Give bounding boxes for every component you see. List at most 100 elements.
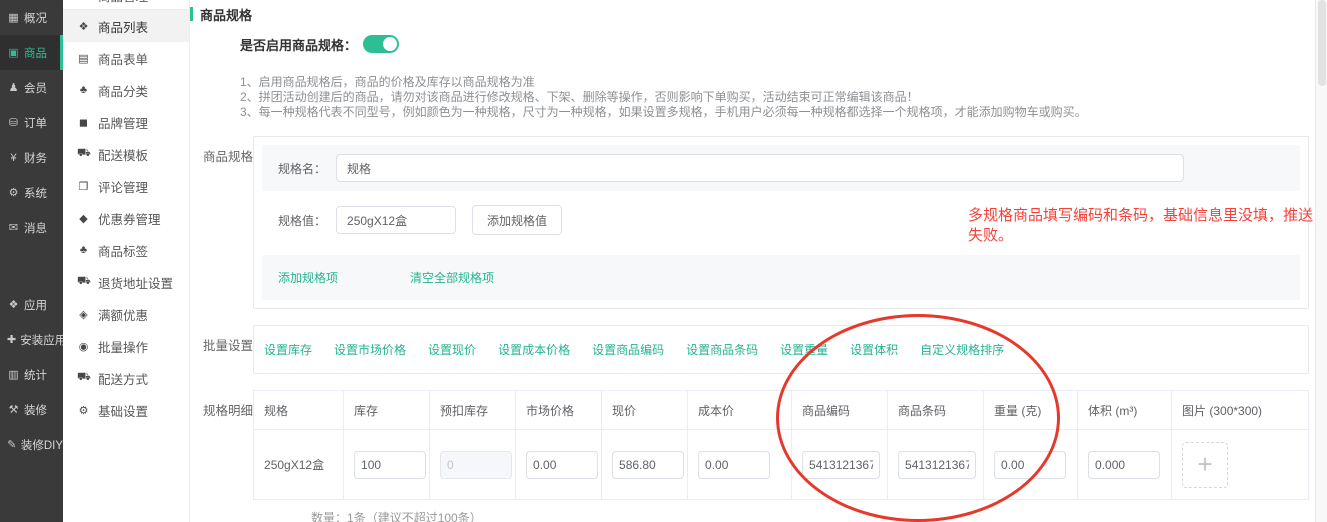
cost-price-input[interactable] — [698, 451, 770, 479]
sidebar-item-statistics[interactable]: ▥ 统计 — [0, 357, 63, 392]
row-count-text: 数量：1条（建议不超过100条） — [311, 509, 1309, 522]
primary-sidebar: ▦ 概况 ▣ 商品 ♟ 会员 ⛁ 订单 ¥ 财务 ⚙ 系统 ✉ 消息 ❖ 应用 … — [0, 0, 63, 522]
sidebar-item-label: 财务 — [24, 150, 47, 166]
batch-set-volume-link[interactable]: 设置体积 — [850, 341, 898, 358]
batch-set-market-price-link[interactable]: 设置市场价格 — [334, 341, 406, 358]
gear-icon: ⚙ — [7, 186, 20, 199]
tag-icon: ◆ — [77, 212, 90, 225]
sidebar-item-decorate-diy[interactable]: ✎ 装修DIY — [0, 427, 63, 462]
comment-icon: ❐ — [77, 180, 90, 193]
main-content: 商品规格 是否启用商品规格： 1、启用商品规格后，商品的价格及库存以商品规格为准… — [190, 0, 1315, 522]
tip-line: 2、拼团活动创建后的商品，请勿对该商品进行修改规格、下架、删除等操作，否则影响下… — [240, 90, 1315, 105]
sidebar-item-label: 装修DIY — [21, 437, 63, 453]
overview-icon: ▦ — [7, 11, 20, 24]
scrollbar[interactable] — [1315, 0, 1327, 522]
settings-gear-icon: ⚙ — [77, 404, 90, 417]
col-goods-code: 商品编码 — [792, 391, 888, 430]
toggle-knob — [383, 37, 397, 51]
batch-set-price-link[interactable]: 设置现价 — [428, 341, 476, 358]
briefcase-icon: ◼ — [77, 116, 90, 129]
spec-tips: 1、启用商品规格后，商品的价格及库存以商品规格为准 2、拼团活动创建后的商品，请… — [240, 75, 1315, 120]
spec-value-label: 规格值： — [278, 212, 326, 229]
withhold-stock-input — [440, 451, 512, 479]
install-icon: ✚ — [7, 333, 16, 346]
sidebar-item-label: 订单 — [24, 115, 47, 131]
sidebar-item-system[interactable]: ⚙ 系统 — [0, 175, 63, 210]
col-volume: 体积 (m³) — [1078, 391, 1172, 430]
volume-input[interactable] — [1088, 451, 1160, 479]
sidebar-item-finance[interactable]: ¥ 财务 — [0, 140, 63, 175]
col-price: 现价 — [602, 391, 688, 430]
submenu-item-brand-management[interactable]: ◼ 品牌管理 — [63, 106, 189, 138]
shipping-icon: ⛟ — [77, 371, 90, 385]
spec-name-label: 规格名： — [278, 160, 326, 177]
sidebar-item-label: 会员 — [24, 80, 47, 96]
sidebar-item-messages[interactable]: ✉ 消息 — [0, 210, 63, 245]
page-title-row: 商品规格 — [190, 5, 1315, 23]
scrollbar-thumb[interactable] — [1318, 0, 1326, 86]
sidebar-item-orders[interactable]: ⛁ 订单 — [0, 105, 63, 140]
sidebar-item-apps[interactable]: ❖ 应用 — [0, 287, 63, 322]
submenu-item-review-management[interactable]: ❐ 评论管理 — [63, 170, 189, 202]
tools-icon: ⚒ — [7, 403, 20, 416]
col-weight: 重量 (克) — [984, 391, 1078, 430]
spec-value-input[interactable] — [336, 206, 456, 234]
batch-set-cost-price-link[interactable]: 设置成本价格 — [498, 341, 570, 358]
sidebar-item-goods[interactable]: ▣ 商品 — [0, 35, 63, 70]
add-spec-value-button[interactable]: 添加规格值 — [472, 205, 562, 235]
submenu-item-batch-operations[interactable]: ◉ 批量操作 — [63, 330, 189, 362]
submenu-item-goods-list[interactable]: ❖ 商品列表 — [63, 10, 189, 42]
batch-set-goods-code-link[interactable]: 设置商品编码 — [592, 341, 664, 358]
custom-spec-sort-link[interactable]: 自定义规格排序 — [920, 341, 1004, 358]
sidebar-spacer — [0, 245, 63, 287]
tip-line: 3、每一种规格代表不同型号，例如颜色为一种规格，尺寸为一种规格，如果设置多规格，… — [240, 105, 1315, 120]
spec-detail-table: 规格 库存 预扣库存 市场价格 现价 成本价 商品编码 商品条码 重量 (克) … — [253, 390, 1309, 500]
price-input[interactable] — [612, 451, 684, 479]
tags-icon: ♣ — [77, 244, 90, 256]
batch-set-barcode-link[interactable]: 设置商品条码 — [686, 341, 758, 358]
spec-name-input[interactable] — [336, 154, 1184, 182]
batch-section-label: 批量设置 — [190, 325, 253, 374]
sidebar-item-members[interactable]: ♟ 会员 — [0, 70, 63, 105]
spec-form-section-label: 商品规格 — [190, 136, 253, 309]
batch-set-weight-link[interactable]: 设置重量 — [780, 341, 828, 358]
submenu-item-return-address[interactable]: ⛟ 退货地址设置 — [63, 266, 189, 298]
submenu-partial-item[interactable]: ❖ 商品管理 — [63, 0, 189, 10]
submenu-item-shipping-template[interactable]: ⛟ 配送模板 — [63, 138, 189, 170]
submenu-item-goods-tags[interactable]: ♣ 商品标签 — [63, 234, 189, 266]
chart-icon: ▥ — [7, 368, 20, 381]
clear-all-spec-link[interactable]: 清空全部规格项 — [410, 269, 494, 286]
sidebar-item-label: 概况 — [24, 10, 47, 26]
yen-icon: ¥ — [7, 152, 20, 164]
submenu-item-goods-category[interactable]: ♣ 商品分类 — [63, 74, 189, 106]
weight-input[interactable] — [994, 451, 1066, 479]
sidebar-item-decorate[interactable]: ⚒ 装修 — [0, 392, 63, 427]
cell-spec: 250gX12盒 — [254, 430, 344, 500]
annotation-text: 多规格商品填写编码和条码，基础信息里没填，推送失败。 — [968, 206, 1318, 246]
batch-set-stock-link[interactable]: 设置库存 — [264, 341, 312, 358]
enable-spec-toggle[interactable] — [363, 35, 399, 53]
pencil-icon: ✎ — [7, 438, 17, 451]
submenu-item-coupon-management[interactable]: ◆ 优惠券管理 — [63, 202, 189, 234]
goods-barcode-input[interactable] — [898, 451, 976, 479]
share-icon: ❖ — [77, 20, 90, 33]
return-truck-icon: ⛟ — [77, 275, 90, 289]
truck-icon: ⛟ — [77, 147, 90, 161]
page-title: 商品规格 — [200, 5, 252, 24]
add-spec-item-link[interactable]: 添加规格项 — [278, 269, 338, 286]
enable-spec-label: 是否启用商品规格： — [240, 35, 357, 54]
market-price-input[interactable] — [526, 451, 598, 479]
submenu-item-basic-settings[interactable]: ⚙ 基础设置 — [63, 394, 189, 426]
sidebar-item-install-apps[interactable]: ✚ 安装应用 — [0, 322, 63, 357]
sidebar-item-label: 商品 — [24, 45, 47, 61]
goods-code-input[interactable] — [802, 451, 880, 479]
stock-input[interactable] — [354, 451, 426, 479]
sidebar-item-label: 应用 — [24, 297, 47, 313]
title-accent-bar — [190, 7, 193, 21]
submenu-item-goods-form[interactable]: ▤ 商品表单 — [63, 42, 189, 74]
sidebar-item-overview[interactable]: ▦ 概况 — [0, 0, 63, 35]
members-icon: ♟ — [7, 81, 20, 94]
submenu-item-full-discount[interactable]: ◈ 满额优惠 — [63, 298, 189, 330]
image-upload-button[interactable]: + — [1182, 442, 1228, 488]
submenu-item-shipping-method[interactable]: ⛟ 配送方式 — [63, 362, 189, 394]
